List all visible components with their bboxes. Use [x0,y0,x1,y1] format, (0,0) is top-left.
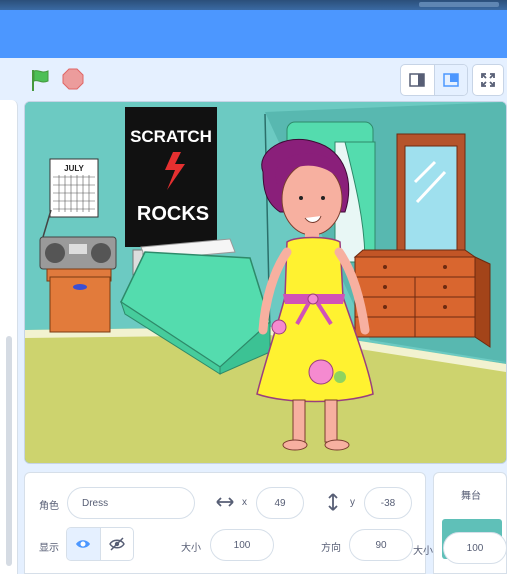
eye-slash-icon [109,537,125,551]
fullscreen-icon [481,73,495,87]
direction-label: 方向 [321,543,341,554]
size-value: 100 [233,539,251,551]
sprite-name-label: 角色 [39,501,59,512]
poster-line1: SCRATCH [130,127,212,146]
x-arrows-icon [216,497,234,507]
eye-icon [76,540,91,548]
show-label: 显示 [39,543,59,554]
y-position-field[interactable]: -38 [364,487,412,519]
calendar: JULY [49,158,99,218]
y-position-value: -38 [380,497,396,509]
blocks-panel-edge [0,100,18,574]
stage-controls [0,58,507,100]
calendar-month: JULY [64,164,84,173]
hide-sprite-button[interactable] [99,528,133,560]
large-stage-icon [443,73,459,87]
titlebar-strip [419,2,499,7]
green-flag-icon[interactable] [28,68,52,92]
small-stage-button[interactable] [401,65,434,95]
x-position-field[interactable]: 49 [256,487,304,519]
sprite-name-field[interactable]: Dress [67,487,195,519]
menu-bar [0,10,507,58]
scratch-poster: SCRATCH ROCKS [125,107,217,247]
window-titlebar [0,0,507,10]
y-arrows-icon [328,493,338,511]
visibility-toggle [66,527,134,561]
show-sprite-button[interactable] [67,528,100,560]
y-label: y [350,497,355,508]
x-label: x [242,497,247,508]
scrollbar[interactable] [6,336,12,566]
stage-size-toggle [400,64,468,96]
overlay-size-field[interactable]: 100 [443,532,507,564]
size-label: 大小 [181,543,201,554]
size-field[interactable]: 100 [210,529,274,561]
overlay-size-label: 大小 [413,546,433,557]
direction-value: 90 [375,539,387,551]
poster-line2: ROCKS [137,203,209,225]
sprite-name-value: Dress [82,497,109,509]
fullscreen-button[interactable] [472,64,504,96]
direction-field[interactable]: 90 [349,529,413,561]
scene-artwork: JULY SCRATCH ROCKS [25,102,506,463]
x-position-value: 49 [274,497,286,509]
sprite-info-panel: 角色 Dress x 49 y -38 显示 大小 100 方向 90 [24,472,426,574]
small-stage-icon [409,73,426,87]
stage-canvas[interactable]: JULY SCRATCH ROCKS [24,101,507,464]
overlay-size-value: 100 [466,542,484,554]
stop-icon[interactable] [62,68,84,90]
stage-panel-title: 舞台 [461,491,481,502]
size-overlay: 大小 100 [405,530,507,570]
large-stage-button[interactable] [433,65,467,95]
